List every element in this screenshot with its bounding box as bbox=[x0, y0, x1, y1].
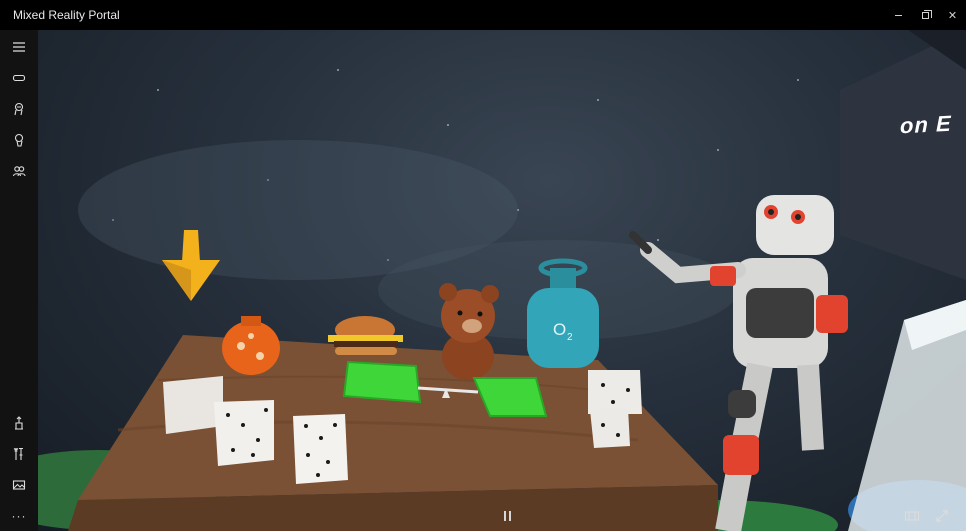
teddy-bear-object bbox=[439, 283, 499, 380]
more-icon: ··· bbox=[11, 508, 27, 523]
photo-icon bbox=[12, 479, 26, 490]
controller-setup-icon bbox=[14, 133, 24, 147]
sidebar-item-headset[interactable] bbox=[0, 62, 38, 93]
close-button[interactable]: ✕ bbox=[939, 0, 966, 30]
burger-object bbox=[328, 316, 403, 355]
menu-button[interactable] bbox=[0, 31, 38, 62]
close-icon: ✕ bbox=[947, 9, 958, 22]
sidebar-item-photos[interactable] bbox=[0, 469, 38, 500]
motion-controller-icon bbox=[14, 102, 24, 115]
billboard-text: on E bbox=[900, 110, 952, 139]
sidebar-item-motion-controllers[interactable] bbox=[0, 93, 38, 124]
app-launcher-icon bbox=[15, 415, 23, 430]
people-icon bbox=[12, 165, 26, 176]
window-view-icon bbox=[904, 511, 920, 521]
restore-icon bbox=[922, 9, 932, 19]
expand-icon bbox=[936, 510, 948, 522]
restore-button[interactable] bbox=[912, 0, 939, 30]
sidebar-item-tools[interactable] bbox=[0, 438, 38, 469]
sidebar: ··· bbox=[0, 30, 38, 531]
title-bar: Mixed Reality Portal ✕ bbox=[0, 0, 966, 30]
tank-label: O bbox=[553, 320, 566, 339]
sidebar-more-button[interactable]: ··· bbox=[0, 500, 38, 531]
menu-icon bbox=[13, 41, 25, 52]
window-title: Mixed Reality Portal bbox=[13, 8, 120, 22]
pause-button[interactable] bbox=[500, 509, 514, 523]
headset-icon bbox=[12, 74, 26, 81]
pause-icon bbox=[503, 511, 506, 521]
orange-vase-object bbox=[222, 316, 280, 375]
billboard-panel bbox=[840, 30, 966, 280]
settings-tools-icon bbox=[13, 447, 23, 460]
minimize-icon bbox=[895, 14, 902, 16]
mixed-reality-viewport[interactable]: O 2 on E bbox=[38, 30, 966, 531]
fullscreen-button[interactable] bbox=[934, 508, 950, 524]
sidebar-item-people[interactable] bbox=[0, 155, 38, 186]
pause-icon-bar bbox=[508, 511, 511, 521]
minimize-button[interactable] bbox=[885, 0, 912, 30]
cliff-house-scene: O 2 bbox=[38, 30, 966, 531]
sidebar-item-app-launcher[interactable] bbox=[0, 407, 38, 438]
window-view-button[interactable] bbox=[904, 508, 920, 524]
tank-subscript: 2 bbox=[567, 332, 573, 343]
sidebar-item-controller-setup[interactable] bbox=[0, 124, 38, 155]
